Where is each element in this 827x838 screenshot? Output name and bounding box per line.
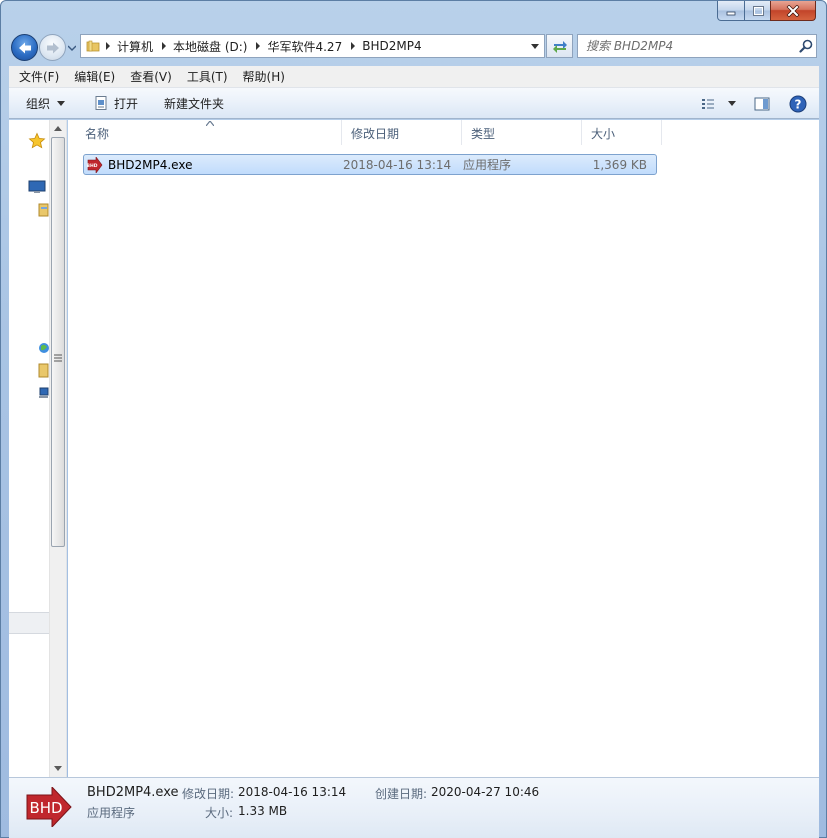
computer-icon[interactable] — [37, 385, 49, 401]
open-label: 打开 — [114, 96, 139, 111]
arrow-right-icon — [46, 42, 59, 53]
libraries-icon[interactable] — [37, 202, 49, 218]
minimize-icon — [726, 11, 736, 15]
nav-pane-horizontal-scrollbar[interactable] — [9, 612, 49, 634]
file-modified-date: 2018-04-16 13:14 — [343, 157, 452, 172]
column-header-size-label: 大小 — [591, 127, 616, 141]
large-icon-label: BHD — [29, 799, 62, 817]
column-header-name[interactable]: 名称 — [68, 120, 342, 145]
command-bar: 组织 打开 新建文件夹 ? — [9, 88, 819, 119]
breadcrumb-arrow-icon[interactable] — [251, 42, 265, 50]
details-size-label: 大小: — [205, 806, 234, 820]
column-header-type-label: 类型 — [471, 127, 496, 141]
menu-edit[interactable]: 编辑(E) — [69, 67, 120, 87]
column-header-date[interactable]: 修改日期 — [342, 120, 462, 145]
breadcrumb-bhd2mp4[interactable]: BHD2MP4 — [360, 39, 425, 53]
search-icon[interactable] — [796, 36, 816, 56]
recent-pages-dropdown[interactable] — [67, 43, 77, 53]
details-size-value: 1.33 MB — [238, 804, 288, 818]
menu-file[interactable]: 文件(F) — [14, 67, 64, 87]
details-filetype: 应用程序 — [87, 806, 136, 820]
scroll-down-arrow-icon[interactable] — [50, 760, 65, 777]
organize-label: 组织 — [26, 96, 51, 111]
open-button[interactable]: 打开 — [87, 91, 144, 115]
column-header-date-label: 修改日期 — [351, 127, 400, 141]
preview-pane-icon — [754, 97, 770, 111]
details-pane: BHD BHD2MP4.exe 应用程序 修改日期: 2018-04-16 13… — [9, 777, 819, 838]
new-folder-button[interactable]: 新建文件夹 — [158, 91, 230, 115]
exe-app-large-icon: BHD — [26, 787, 72, 827]
favorites-star-icon[interactable] — [28, 132, 46, 150]
svg-text:?: ? — [795, 98, 802, 112]
column-header-size[interactable]: 大小 — [582, 120, 662, 145]
close-icon — [786, 4, 800, 17]
organize-button[interactable]: 组织 — [20, 91, 71, 115]
details-modified-value: 2018-04-16 13:14 — [238, 785, 347, 799]
minimize-button[interactable] — [717, 1, 745, 21]
new-folder-label: 新建文件夹 — [164, 96, 225, 111]
folder-icon[interactable] — [37, 362, 49, 378]
address-bar[interactable]: 计算机 本地磁盘 (D:) 华军软件4.27 BHD2MP4 — [80, 34, 545, 58]
menu-tools[interactable]: 工具(T) — [182, 67, 233, 87]
preview-pane-button[interactable] — [750, 92, 774, 116]
sort-ascending-icon — [206, 121, 214, 126]
search-box[interactable] — [577, 34, 817, 58]
maximize-button[interactable] — [744, 1, 771, 21]
menu-bar: 文件(F) 编辑(E) 查看(V) 工具(T) 帮助(H) — [9, 66, 819, 88]
maximize-icon — [752, 5, 764, 16]
chevron-down-icon — [57, 100, 66, 106]
column-header-name-label: 名称 — [85, 127, 110, 141]
refresh-button[interactable] — [546, 34, 573, 58]
chevron-down-icon — [68, 45, 76, 51]
explorer-window: 计算机 本地磁盘 (D:) 华军软件4.27 BHD2MP4 文件(F) 编辑(… — [0, 0, 827, 838]
back-button[interactable] — [11, 34, 38, 61]
network-icon[interactable] — [37, 340, 49, 356]
close-button[interactable] — [770, 1, 816, 21]
scroll-up-arrow-icon[interactable] — [50, 120, 65, 137]
change-view-button[interactable] — [699, 92, 739, 116]
breadcrumb-computer[interactable]: 计算机 — [115, 38, 157, 55]
svg-text:BHD: BHD — [87, 163, 98, 169]
exe-app-icon: BHD — [87, 156, 103, 173]
menu-help[interactable]: 帮助(H) — [238, 67, 290, 87]
column-headers: 名称 修改日期 类型 大小 — [68, 120, 819, 145]
details-view-icon — [702, 99, 714, 109]
breadcrumb-arrow-icon[interactable] — [101, 42, 115, 50]
refresh-icon — [552, 41, 567, 53]
breadcrumb-arrow-icon[interactable] — [157, 42, 171, 50]
folder-icon — [85, 38, 101, 54]
chevron-down-icon — [531, 43, 539, 49]
arrow-left-icon — [18, 42, 31, 53]
breadcrumb-arrow-icon[interactable] — [346, 42, 360, 50]
help-button[interactable]: ? — [786, 92, 810, 116]
details-filename: BHD2MP4.exe — [87, 785, 179, 800]
desktop-icon[interactable] — [28, 179, 46, 195]
details-modified-label: 修改日期: — [182, 787, 235, 801]
forward-button[interactable] — [39, 34, 66, 61]
chevron-down-icon — [728, 101, 736, 106]
file-type: 应用程序 — [463, 158, 512, 172]
navigation-pane — [9, 120, 67, 777]
file-size: 1,369 KB — [592, 157, 647, 172]
file-list[interactable]: 名称 修改日期 类型 大小 BHD BHD2MP4.exe 2018-04-16… — [68, 120, 819, 777]
grip-icon — [54, 354, 62, 362]
column-header-type[interactable]: 类型 — [462, 120, 582, 145]
address-dropdown[interactable] — [526, 35, 544, 57]
breadcrumb-local-disk[interactable]: 本地磁盘 (D:) — [171, 38, 251, 55]
help-icon: ? — [789, 95, 807, 113]
search-input[interactable] — [578, 35, 796, 57]
details-created-value: 2020-04-27 10:46 — [431, 785, 540, 799]
menu-view[interactable]: 查看(V) — [125, 67, 177, 87]
breadcrumb-huajun-folder[interactable]: 华军软件4.27 — [265, 38, 346, 55]
details-created-label: 创建日期: — [375, 787, 428, 801]
nav-pane-scrollbar[interactable] — [49, 120, 66, 777]
open-file-icon — [95, 96, 107, 110]
file-name: BHD2MP4.exe — [108, 157, 193, 172]
scrollbar-thumb[interactable] — [51, 137, 65, 547]
table-row[interactable]: BHD BHD2MP4.exe 2018-04-16 13:14 应用程序 1,… — [83, 154, 657, 175]
